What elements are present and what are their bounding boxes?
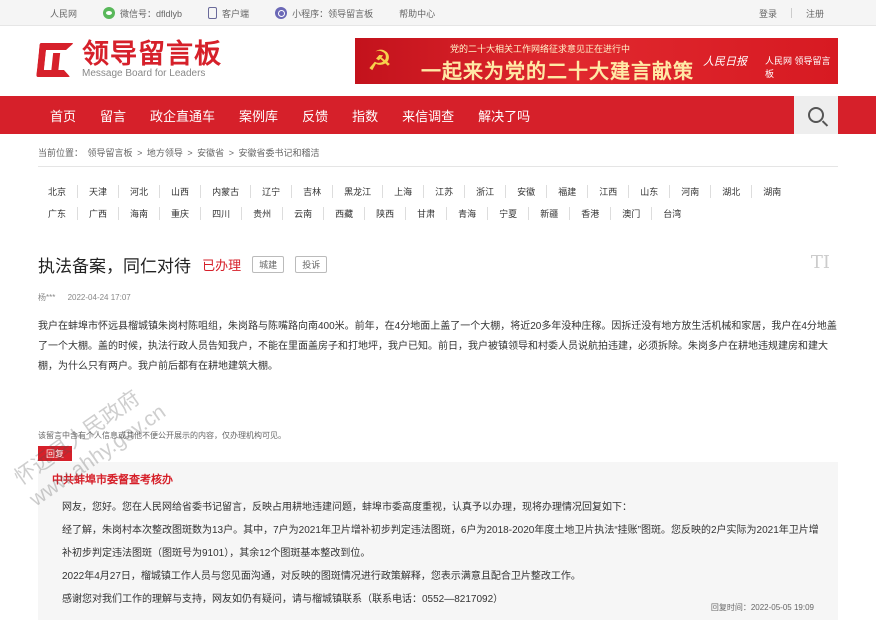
top-utility-bar: 人民网 微信号：dfldlyb 客户端 小程序：领导留言板 帮助中心 登录 注册 [0, 0, 876, 26]
logo-mark-icon [36, 41, 76, 79]
reply-paragraph: 经了解，朱岗村本次整改图斑数为13户。其中，7户为2021年卫片增补初步判定违法… [62, 525, 819, 559]
breadcrumb-local[interactable]: 地方领导 [147, 148, 183, 158]
account-links: 登录 注册 [759, 0, 824, 26]
province-link[interactable]: 青海 [446, 206, 487, 220]
province-link[interactable]: 澳门 [610, 206, 651, 220]
province-link[interactable]: 海南 [118, 206, 159, 220]
province-link[interactable]: 天津 [77, 184, 118, 198]
search-icon [808, 107, 824, 123]
province-link[interactable]: 贵州 [241, 206, 282, 220]
post-time: 2022-04-24 17:07 [67, 293, 131, 302]
province-link[interactable]: 河北 [118, 184, 159, 198]
breadcrumb: 当前位置： 领导留言板 > 地方领导 > 安徽省 > 安徽省委书记和稽洁 [38, 148, 320, 158]
province-link[interactable]: 广西 [77, 206, 118, 220]
wechat-link[interactable]: 微信号：dfldlyb [103, 7, 182, 20]
logo-subtitle: Message Board for Leaders [82, 68, 206, 79]
nav-feedback[interactable]: 反馈 [302, 106, 328, 125]
top-links: 人民网 微信号：dfldlyb 客户端 小程序：领导留言板 帮助中心 [50, 0, 461, 26]
breadcrumb-province[interactable]: 安徽省 [197, 148, 224, 158]
register-link[interactable]: 注册 [806, 7, 824, 20]
post-author: 杨*** [38, 293, 56, 302]
promo-banner[interactable]: ☭ 党的二十大相关工作网络征求意见正在进行中 一起来为党的二十大建言献策 人民日… [355, 38, 838, 84]
province-link[interactable]: 新疆 [528, 206, 569, 220]
province-link[interactable]: 辽宁 [250, 184, 291, 198]
province-link[interactable]: 云南 [282, 206, 323, 220]
logo-title: 领导留言板 [82, 39, 222, 69]
site-header: 领导留言板 Message Board for Leaders ☭ 党的二十大相… [0, 26, 876, 96]
divider [790, 8, 792, 18]
privacy-note: 该留言中含有个人信息或其他不便公开展示的内容，仅办理机构可见。 [38, 431, 286, 440]
province-link[interactable]: 台湾 [651, 206, 692, 220]
reply-body: 网友，您好。您在人民网给省委书记留言，反映占用耕地违建问题，蚌埠市委高度重视，认… [62, 496, 828, 611]
province-link[interactable]: 香港 [569, 206, 610, 220]
province-link[interactable]: 山西 [159, 184, 200, 198]
province-link[interactable]: 内蒙古 [200, 184, 250, 198]
province-link[interactable]: 上海 [382, 184, 423, 198]
banner-subtitle: 党的二十大相关工作网络征求意见正在进行中 [450, 44, 631, 54]
reply-time: 回复时间：2022-05-05 19:09 [710, 603, 814, 612]
province-row: 北京 天津 河北 山西 内蒙古 辽宁 吉林 黑龙江 上海 江苏 浙江 安徽 福建 江西 山东 河南 湖北 湖南 [38, 180, 838, 202]
nav-message[interactable]: 留言 [100, 106, 126, 125]
nav-home[interactable]: 首页 [50, 106, 76, 125]
province-link[interactable]: 甘肃 [405, 206, 446, 220]
post-title: 执法备案，同仁对待 [38, 257, 191, 276]
wechat-icon [103, 7, 116, 19]
nav-survey[interactable]: 来信调查 [402, 106, 454, 125]
post-content: 我户在蚌埠市怀远县榴城镇朱岗村陈咀组，朱岗路与陈嘴路向南400米。前年，在4分地… [38, 321, 837, 372]
province-link[interactable]: 湖北 [710, 184, 751, 198]
client-app-link[interactable]: 客户端 [208, 7, 249, 20]
province-link[interactable]: 江西 [587, 184, 628, 198]
banner-brand-board: 人民网 领导留言板 [765, 56, 831, 79]
province-link[interactable]: 北京 [38, 185, 77, 198]
site-logo[interactable]: 领导留言板 Message Board for Leaders [36, 39, 222, 80]
category-tag[interactable]: 城建 [252, 256, 285, 273]
nav-index[interactable]: 指数 [352, 106, 378, 125]
nav-enterprise[interactable]: 政企直通车 [150, 106, 215, 125]
post-header: 执法备案，同仁对待 已办理 城建 投诉 TI [38, 252, 838, 277]
font-size-icon[interactable]: TI [811, 252, 830, 273]
post-meta: 杨*** 2022-04-24 17:07 [38, 292, 141, 303]
province-link[interactable]: 陕西 [364, 206, 405, 220]
province-link[interactable]: 宁夏 [487, 206, 528, 220]
banner-title: 一起来为党的二十大建言献策 [421, 61, 694, 83]
province-list: 北京 天津 河北 山西 内蒙古 辽宁 吉林 黑龙江 上海 江苏 浙江 安徽 福建 江西 山东 河南 湖北 湖南 广… [38, 180, 838, 224]
type-tag[interactable]: 投诉 [295, 256, 328, 273]
reply-org: 中共蚌埠市委督查考核办 [52, 474, 173, 486]
province-row: 广东 广西 海南 重庆 四川 贵州 云南 西藏 陕西 甘肃 青海 宁夏 新疆 香港 澳门 台湾 [38, 202, 838, 224]
breadcrumb-home[interactable]: 领导留言板 [88, 148, 133, 158]
reply-box: 中共蚌埠市委督查考核办 网友，您好。您在人民网给省委书记留言，反映占用耕地违建问… [38, 462, 838, 620]
party-emblem-icon: ☭ [367, 45, 393, 76]
province-link[interactable]: 河南 [669, 184, 710, 198]
breadcrumb-leader[interactable]: 安徽省委书记和稽洁 [238, 148, 319, 158]
reply-label: 回复 [38, 446, 73, 461]
province-link[interactable]: 重庆 [159, 206, 200, 220]
people-net-link[interactable]: 人民网 [50, 7, 77, 20]
miniprogram-link[interactable]: 小程序：领导留言板 [275, 7, 373, 20]
main-nav: 首页 留言 政企直通车 案例库 反馈 指数 来信调查 解决了吗 [0, 96, 876, 134]
province-link[interactable]: 江苏 [423, 184, 464, 198]
nav-resolved[interactable]: 解决了吗 [478, 106, 530, 125]
reply-paragraph: 网友，您好。您在人民网给省委书记留言，反映占用耕地违建问题，蚌埠市委高度重视，认… [62, 502, 632, 513]
phone-icon [208, 7, 218, 19]
help-center-link[interactable]: 帮助中心 [399, 7, 435, 20]
province-link[interactable]: 西藏 [323, 206, 364, 220]
nav-cases[interactable]: 案例库 [239, 106, 278, 125]
divider [38, 166, 838, 167]
province-link[interactable]: 福建 [546, 184, 587, 198]
province-link[interactable]: 吉林 [291, 184, 332, 198]
province-link[interactable]: 黑龙江 [332, 184, 382, 198]
banner-brand-peoplesdaily: 人民日报 [703, 56, 747, 68]
province-link[interactable]: 浙江 [464, 184, 505, 198]
reply-paragraph: 2022年4月27日，榴城镇工作人员与您见面沟通，对反映的图斑情况进行政策解释，… [62, 571, 581, 582]
province-link[interactable]: 广东 [38, 207, 77, 220]
miniprogram-icon [275, 7, 288, 19]
province-link[interactable]: 四川 [200, 206, 241, 220]
province-link[interactable]: 安徽 [505, 184, 546, 198]
province-link[interactable]: 湖南 [751, 184, 792, 198]
login-link[interactable]: 登录 [759, 7, 777, 20]
search-button[interactable] [794, 96, 838, 134]
status-badge: 已办理 [202, 258, 242, 273]
province-link[interactable]: 山东 [628, 184, 669, 198]
